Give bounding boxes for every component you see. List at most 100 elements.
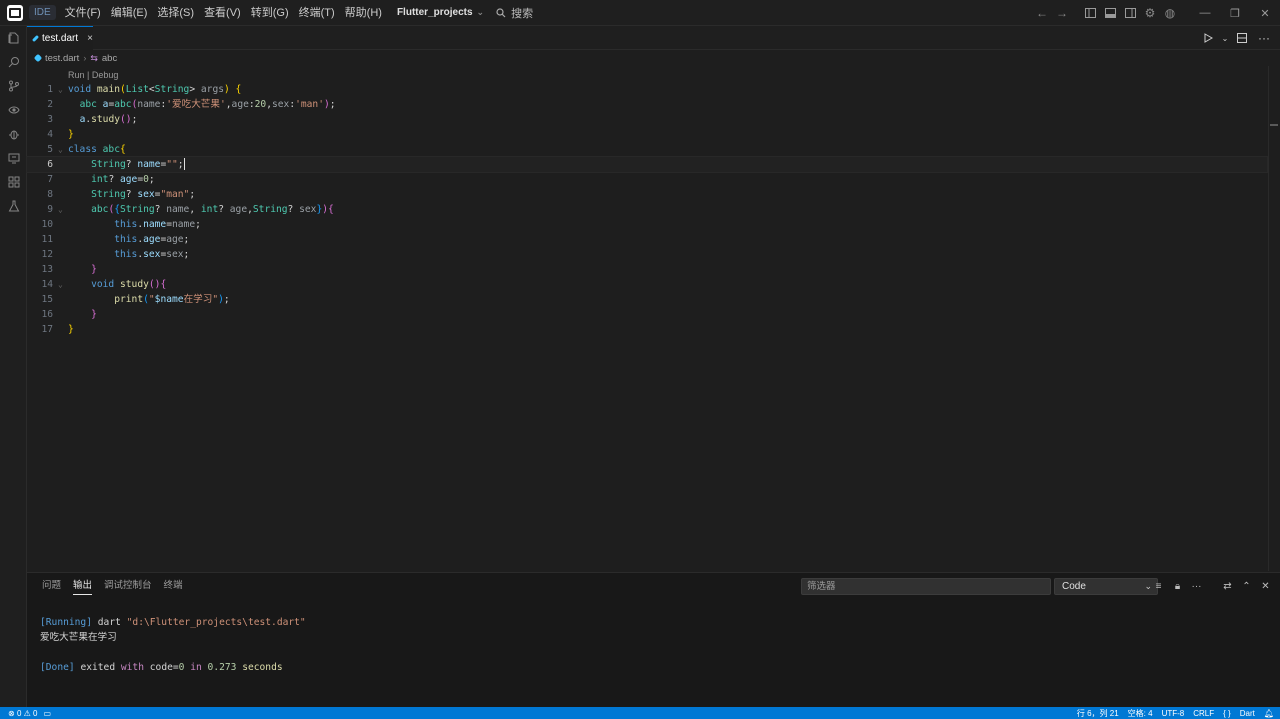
tab-problems[interactable]: 问题 (36, 573, 67, 599)
code-token: name (143, 219, 167, 230)
minimize-icon[interactable]: — (1190, 0, 1220, 26)
fold-chevron-icon[interactable]: ⌄ (58, 82, 63, 97)
command-search[interactable]: 搜索 (496, 5, 533, 21)
problems-indicator[interactable]: ⊗ 0 ⚠ 0 (8, 709, 37, 718)
forward-arrow-icon[interactable]: → (1052, 3, 1072, 23)
account-icon[interactable]: ◍ (1160, 3, 1180, 23)
testing-flask-icon[interactable] (0, 194, 27, 218)
cursor-position[interactable]: 行 6，列 21 (1077, 708, 1119, 719)
end-of-line[interactable]: CRLF (1193, 709, 1214, 718)
project-selector[interactable]: Flutter_projects ⌄ (397, 7, 484, 18)
code-text: a.study(); (68, 112, 138, 127)
notifications-bell-icon[interactable]: 🔔︎ (1264, 709, 1274, 718)
search-icon[interactable] (0, 50, 27, 74)
app-logo-icon[interactable] (7, 4, 23, 21)
tab-output[interactable]: 输出 (67, 573, 98, 599)
code-token: ? (154, 204, 167, 215)
close-panel-icon[interactable]: ✕ (1257, 577, 1274, 595)
extensions-icon[interactable] (0, 170, 27, 194)
settings-gear-icon[interactable]: ⚙ (1140, 3, 1160, 23)
code-editor[interactable]: Run | Debug 1 ⌄ void main(List<String> arg… (26, 66, 1280, 571)
code-line[interactable]: 7 int? age=0; (27, 172, 1267, 187)
code-line[interactable]: 5 ⌄ class abc{ (27, 142, 1267, 157)
fold-chevron-icon[interactable]: ⌄ (58, 202, 63, 217)
code-line[interactable]: 3 a.study(); (27, 112, 1267, 127)
language-braces[interactable]: { } (1223, 709, 1231, 718)
line-number: 1 (47, 84, 53, 95)
menu-help[interactable]: 帮助(H) (340, 0, 387, 26)
tab-debug-console[interactable]: 调试控制台 (98, 573, 158, 599)
encoding[interactable]: UTF-8 (1162, 709, 1185, 718)
toggle-secondary-sidebar-icon[interactable] (1120, 3, 1140, 23)
code-line[interactable]: 2 abc a=abc(name:'爱吃大芒果',age:20,sex:'man… (27, 97, 1267, 112)
tab-test-dart[interactable]: test.dart × (27, 26, 93, 50)
menu-view[interactable]: 查看(V) (199, 0, 246, 26)
toggle-panel-icon[interactable] (1100, 3, 1120, 23)
menu-selection[interactable]: 选择(S) (152, 0, 199, 26)
code-token: { (160, 279, 167, 290)
code-token: abc (102, 144, 120, 155)
eye-icon[interactable] (0, 98, 27, 122)
split-editor-icon[interactable] (1232, 28, 1252, 48)
output-token: dart (97, 617, 127, 628)
source-control-icon[interactable] (0, 74, 27, 98)
restore-icon[interactable]: ❐ (1220, 0, 1250, 26)
code-token: > (189, 84, 201, 95)
status-right: 行 6，列 21 空格: 4 UTF-8 CRLF { } Dart 🔔︎ (1077, 707, 1274, 719)
close-tab-icon[interactable]: × (87, 33, 93, 44)
code-line[interactable]: 12 this.sex=sex; (27, 247, 1267, 262)
codelens-run-debug[interactable]: Run | Debug (68, 70, 118, 80)
code-token: , (189, 204, 201, 215)
code-token: String (91, 189, 126, 200)
code-token: ? (125, 159, 138, 170)
code-line[interactable]: 4} (27, 127, 1267, 142)
breadcrumb-file[interactable]: test.dart (45, 53, 79, 64)
code-line[interactable]: 10 this.name=name; (27, 217, 1267, 232)
code-line[interactable]: 6 String? name=""; (26, 156, 1268, 173)
code-line[interactable]: 16 } (27, 307, 1267, 322)
line-number: 10 (41, 219, 53, 230)
tab-terminal[interactable]: 终端 (158, 573, 189, 599)
code-line[interactable]: 17} (27, 322, 1267, 337)
menu-file[interactable]: 文件(F) (60, 0, 106, 26)
breadcrumb-symbol[interactable]: abc (102, 53, 117, 64)
indentation[interactable]: 空格: 4 (1128, 708, 1153, 719)
explorer-icon[interactable] (0, 26, 27, 50)
lock-scroll-icon[interactable]: 🔒︎ (1169, 577, 1186, 595)
menu-go[interactable]: 转到(G) (246, 0, 294, 26)
ports-icon[interactable]: ▭ (43, 709, 51, 718)
code-line[interactable]: 13 } (27, 262, 1267, 277)
code-line[interactable]: 15 print("$name在学习"); (27, 292, 1267, 307)
debug-icon[interactable] (0, 122, 27, 146)
fold-chevron-icon[interactable]: ⌄ (58, 277, 63, 292)
toggle-sidebar-icon[interactable] (1080, 3, 1100, 23)
clear-output-icon[interactable]: ≡ (1150, 577, 1167, 595)
code-line[interactable]: 14 ⌄ void study(){ (27, 277, 1267, 292)
run-chevron-icon[interactable]: ⌄ (1220, 28, 1230, 48)
code-line[interactable]: 8 String? sex="man"; (27, 187, 1267, 202)
more-actions-icon[interactable]: ··· (1188, 577, 1205, 595)
menu-terminal[interactable]: 终端(T) (294, 0, 340, 26)
code-line[interactable]: 9 ⌄ abc({String? name, int? age,String? s… (27, 202, 1267, 217)
fold-chevron-icon[interactable]: ⌄ (58, 142, 63, 157)
close-window-icon[interactable]: ✕ (1250, 0, 1280, 26)
code-token: } (68, 129, 74, 140)
editor-scrollbar[interactable] (1268, 66, 1280, 571)
warning-count: 0 (33, 708, 38, 718)
menu-edit[interactable]: 编辑(E) (106, 0, 153, 26)
code-line[interactable]: 1 ⌄ void main(List<String> args) { (27, 82, 1267, 97)
output-channel-select[interactable]: Code ⌄ (1054, 578, 1158, 595)
code-token: this (114, 234, 138, 245)
output-filter-input[interactable]: 筛选器 (801, 578, 1051, 595)
back-arrow-icon[interactable]: ← (1032, 3, 1052, 23)
language-mode[interactable]: Dart (1240, 709, 1255, 718)
run-icon[interactable] (1198, 28, 1218, 48)
code-token: study (91, 114, 121, 125)
panel-layout-icon[interactable]: ⇄ (1219, 577, 1236, 595)
code-line[interactable]: 11 this.age=age; (27, 232, 1267, 247)
remote-explorer-icon[interactable] (0, 146, 27, 170)
maximize-panel-icon[interactable]: ⌃ (1238, 577, 1255, 595)
more-actions-icon[interactable]: ··· (1254, 28, 1274, 48)
